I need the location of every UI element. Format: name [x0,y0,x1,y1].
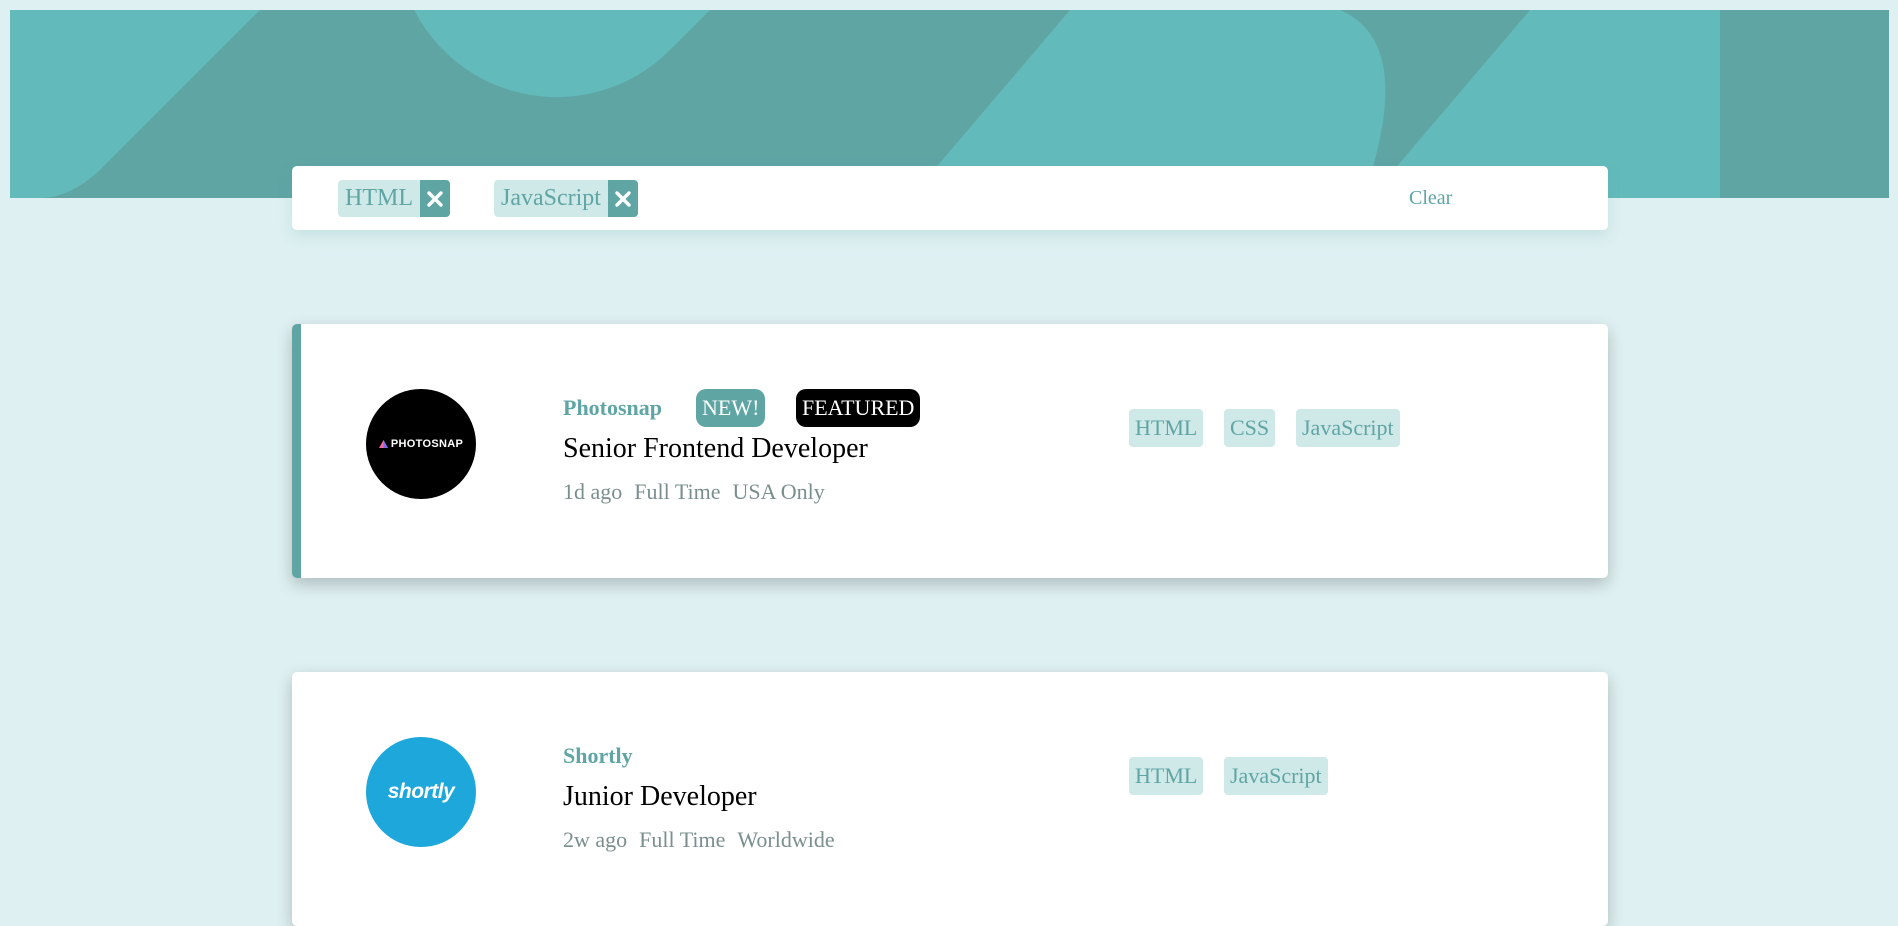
tag-html[interactable]: HTML [1129,757,1204,795]
contract-type: Full Time [634,479,721,504]
job-position[interactable]: Junior Developer [563,781,757,813]
remove-filter-javascript-button[interactable] [607,180,638,217]
tag-javascript[interactable]: JavaScript [1224,757,1328,795]
featured-badge: FEATURED [796,389,921,427]
job-location: USA Only [732,479,825,504]
company-logo: PHOTOSNAP [366,389,476,499]
filter-bar: HTML JavaScript Clear [292,166,1608,230]
job-location: Worldwide [737,827,835,852]
filter-chip-label: JavaScript [494,180,608,217]
company-name: Shortly [563,743,633,768]
tag-css[interactable]: CSS [1224,409,1276,447]
company-name: Photosnap [563,395,663,420]
tag-javascript[interactable]: JavaScript [1296,409,1400,447]
filter-chip-html: HTML [338,180,450,217]
filter-chip-javascript: JavaScript [494,180,638,217]
new-badge: NEW! [696,389,766,427]
contract-type: Full Time [639,827,726,852]
job-meta: 1d ago Full Time USA Only [563,479,825,505]
tag-html[interactable]: HTML [1129,409,1204,447]
logo-text: PHOTOSNAP [390,438,464,450]
photosnap-triangle-icon [378,440,388,448]
job-card: shortly Shortly Junior Developer 2w ago … [292,672,1608,926]
posted-at: 1d ago [563,479,623,504]
remove-filter-html-button[interactable] [420,180,450,217]
company-logo: shortly [366,737,476,847]
clear-filters-link[interactable]: Clear [1409,187,1452,210]
close-icon [427,190,443,207]
logo-text: shortly [387,780,455,803]
close-icon [615,190,631,207]
job-position[interactable]: Senior Frontend Developer [563,433,868,465]
job-meta: 2w ago Full Time Worldwide [563,827,835,853]
filter-chip-label: HTML [338,180,420,217]
posted-at: 2w ago [563,827,628,852]
job-card: PHOTOSNAP Photosnap NEW! FEATURED Senior… [292,324,1608,578]
